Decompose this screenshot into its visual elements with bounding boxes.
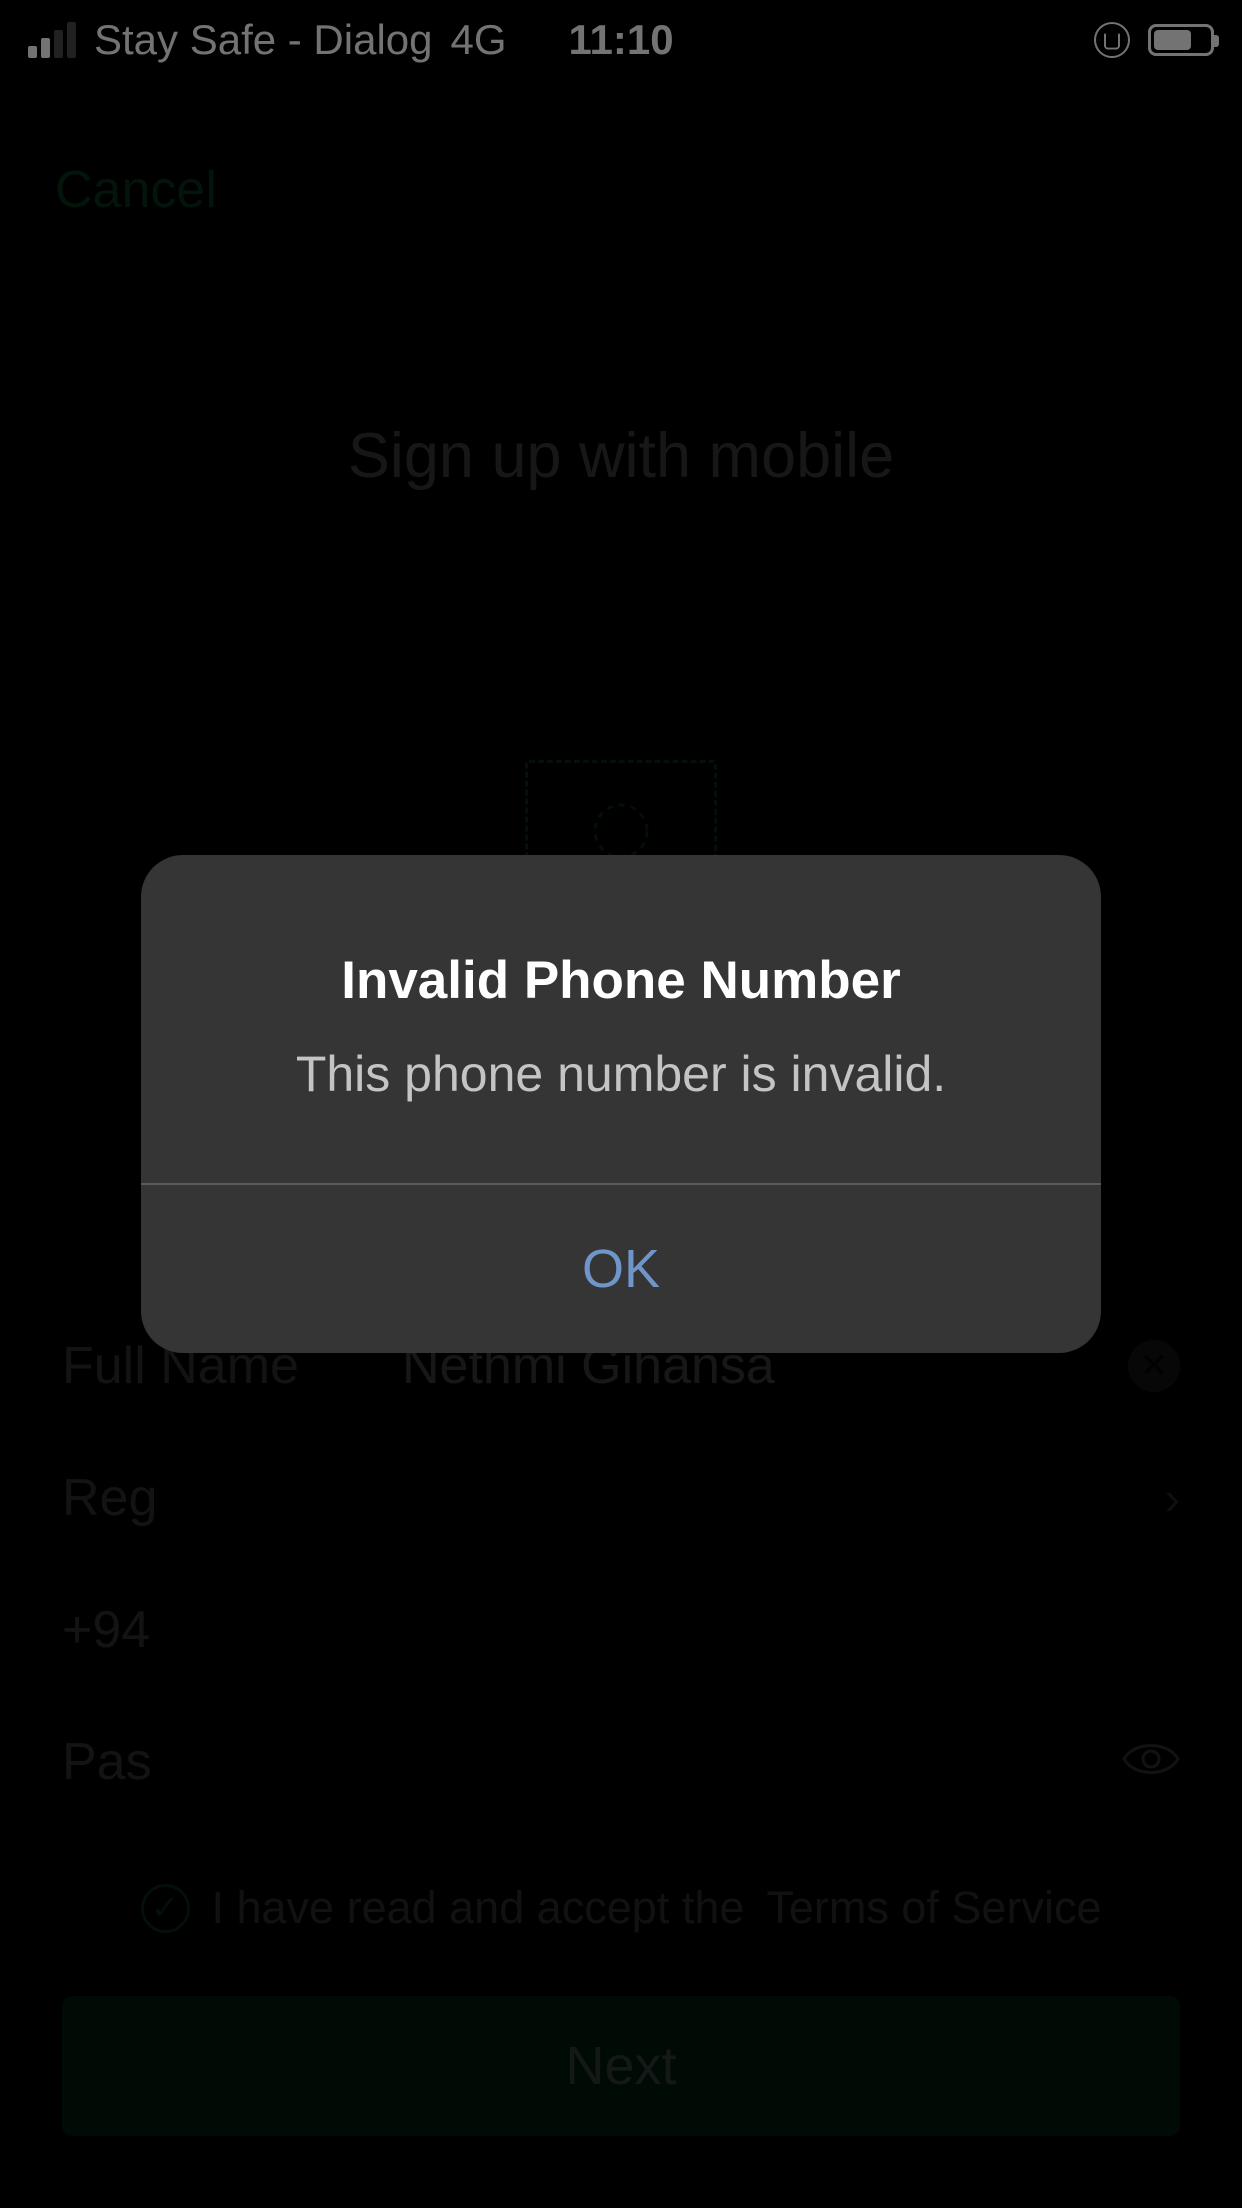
alert-title: Invalid Phone Number [201,950,1041,1011]
alert-dialog: Invalid Phone Number This phone number i… [141,855,1101,1353]
alert-backdrop: Invalid Phone Number This phone number i… [0,0,1242,2208]
alert-ok-button[interactable]: OK [141,1185,1101,1353]
alert-message: This phone number is invalid. [201,1045,1041,1103]
